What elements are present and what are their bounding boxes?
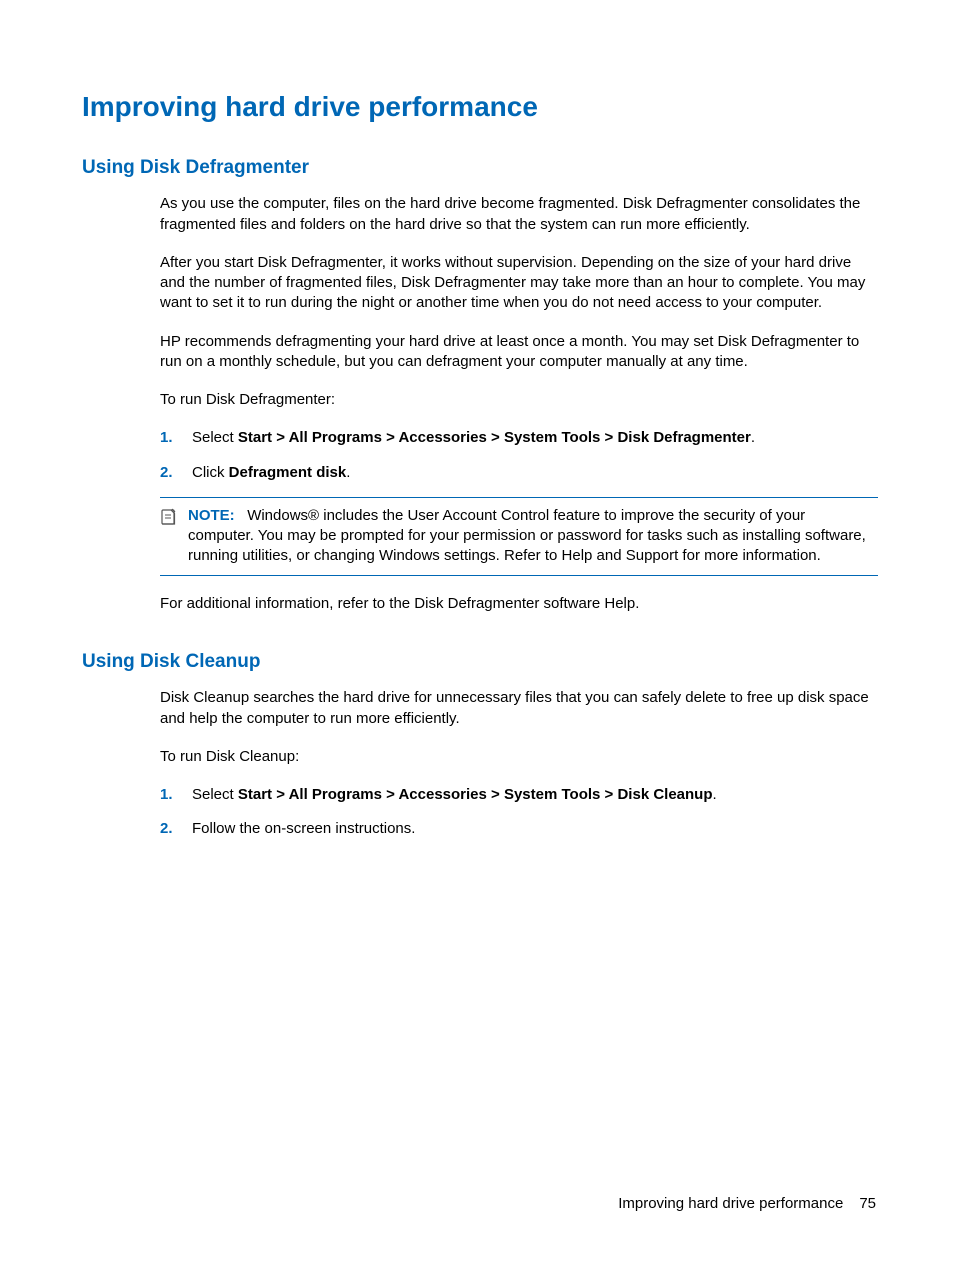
list-item: 2. Click Defragment disk. [160, 463, 876, 483]
text-run: Click [192, 464, 229, 481]
list-item: 1. Select Start > All Programs > Accesso… [160, 785, 876, 805]
list-text: Follow the on-screen instructions. [192, 819, 876, 839]
paragraph: For additional information, refer to the… [160, 594, 876, 614]
page-number: 75 [859, 1195, 876, 1212]
text-run: Select [192, 429, 238, 446]
list-item: 1. Select Start > All Programs > Accesso… [160, 428, 876, 448]
list-number: 2. [160, 819, 192, 839]
list-text: Click Defragment disk. [192, 463, 876, 483]
note-content: NOTE: Windows® includes the User Account… [188, 506, 874, 567]
text-run: Select [192, 786, 238, 803]
section-heading-cleanup: Using Disk Cleanup [82, 650, 876, 675]
list-text: Select Start > All Programs > Accessorie… [192, 785, 876, 805]
paragraph: After you start Disk Defragmenter, it wo… [160, 253, 876, 314]
page-footer: Improving hard drive performance 75 [618, 1195, 876, 1212]
note-text: Windows® includes the User Account Contr… [188, 507, 866, 565]
note-callout: NOTE: Windows® includes the User Account… [160, 497, 878, 576]
text-bold: Start > All Programs > Accessories > Sys… [238, 429, 751, 446]
list-item: 2. Follow the on-screen instructions. [160, 819, 876, 839]
footer-title: Improving hard drive performance [618, 1195, 843, 1212]
page-title: Improving hard drive performance [82, 90, 876, 124]
paragraph: HP recommends defragmenting your hard dr… [160, 332, 876, 373]
note-icon [160, 506, 188, 567]
text-bold: Start > All Programs > Accessories > Sys… [238, 786, 713, 803]
text-bold: Defragment disk [229, 464, 347, 481]
paragraph: To run Disk Cleanup: [160, 747, 876, 767]
paragraph: As you use the computer, files on the ha… [160, 194, 876, 235]
ordered-list: 1. Select Start > All Programs > Accesso… [160, 428, 876, 483]
section-heading-defragmenter: Using Disk Defragmenter [82, 156, 876, 181]
list-text: Select Start > All Programs > Accessorie… [192, 428, 876, 448]
text-run: . [751, 429, 755, 446]
ordered-list: 1. Select Start > All Programs > Accesso… [160, 785, 876, 840]
text-run: . [346, 464, 350, 481]
list-number: 1. [160, 428, 192, 448]
list-number: 2. [160, 463, 192, 483]
paragraph: Disk Cleanup searches the hard drive for… [160, 688, 876, 729]
note-label: NOTE: [188, 507, 235, 524]
list-number: 1. [160, 785, 192, 805]
text-run: . [713, 786, 717, 803]
paragraph: To run Disk Defragmenter: [160, 390, 876, 410]
